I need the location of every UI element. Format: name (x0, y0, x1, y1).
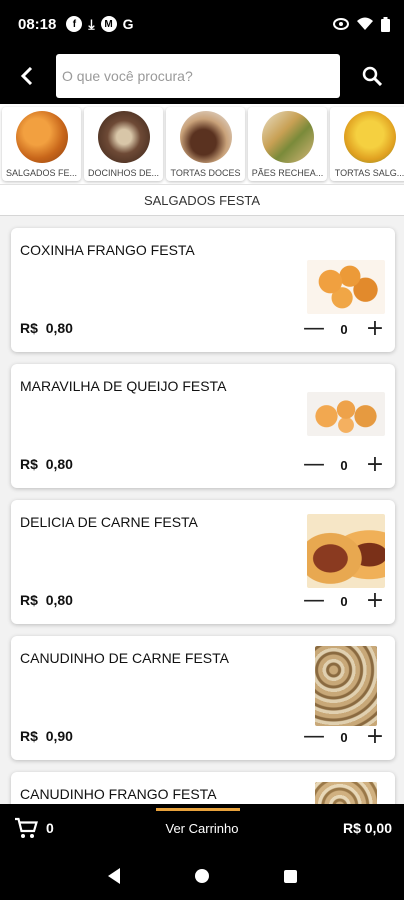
product-card[interactable]: COXINHA FRANGO FESTA R$ 0,80 — 0 + (11, 228, 395, 352)
product-price: R$ 0,80 (20, 320, 73, 336)
category-paes-recheados[interactable]: PÃES RECHEA... (248, 107, 327, 181)
wifi-icon (357, 17, 373, 30)
category-label: PÃES RECHEA... (251, 168, 324, 178)
category-image (15, 111, 68, 163)
quantity-value: 0 (340, 729, 348, 745)
product-card[interactable]: MARAVILHA DE QUEIJO FESTA R$ 0,80 — 0 + (11, 364, 395, 488)
decrement-button[interactable]: — (303, 726, 325, 748)
category-image (261, 111, 314, 163)
category-salgados-festa[interactable]: SALGADOS FE... (2, 107, 81, 181)
system-nav-bar (0, 852, 404, 900)
nav-back-icon[interactable] (107, 868, 120, 884)
product-name: CANUDINHO DE CARNE FESTA (20, 650, 229, 666)
product-card[interactable]: CANUDINHO FRANGO FESTA (11, 772, 395, 804)
data-saver-icon (333, 18, 349, 30)
product-price: R$ 0,80 (20, 456, 73, 472)
increment-button[interactable]: + (365, 318, 385, 340)
f-app-icon: f (66, 16, 83, 32)
cart-bar: 0 Ver Carrinho R$ 0,00 (0, 804, 404, 852)
quantity-value: 0 (340, 593, 348, 609)
back-button[interactable] (0, 48, 56, 104)
quantity-stepper: — 0 + (303, 726, 385, 748)
quantity-stepper: — 0 + (303, 590, 385, 612)
product-price: R$ 0,90 (20, 728, 73, 744)
search-icon (362, 66, 382, 86)
quantity-value: 0 (340, 321, 348, 337)
product-name: COXINHA FRANGO FESTA (20, 242, 195, 258)
section-title: SALGADOS FESTA (0, 184, 404, 216)
category-tortas-doces[interactable]: TORTAS DOCES (166, 107, 245, 181)
increment-button[interactable]: + (365, 454, 385, 476)
category-strip: SALGADOS FE... DOCINHOS DE... TORTAS DOC… (0, 104, 404, 184)
product-image (307, 514, 385, 588)
product-card[interactable]: CANUDINHO DE CARNE FESTA R$ 0,90 — 0 + (11, 636, 395, 760)
google-icon: G (122, 16, 134, 32)
status-bar: 08:18 f ⤓ M G (0, 0, 404, 48)
category-label: DOCINHOS DE... (87, 168, 159, 178)
quantity-stepper: — 0 + (303, 318, 385, 340)
nav-home-icon[interactable] (194, 869, 209, 883)
arrow-left-icon (20, 67, 33, 85)
search-input[interactable] (62, 68, 334, 84)
increment-button[interactable]: + (365, 590, 385, 612)
cart-summary[interactable]: 0 (0, 817, 120, 839)
cart-count: 0 (46, 820, 54, 836)
product-price: R$ 0,80 (20, 592, 73, 608)
product-image (307, 260, 385, 314)
product-list: COXINHA FRANGO FESTA R$ 0,80 — 0 + MARAV… (0, 216, 404, 804)
category-label: SALGADOS FE... (5, 168, 78, 178)
search-box[interactable] (56, 54, 340, 98)
view-cart-button[interactable]: Ver Carrinho (120, 804, 284, 852)
search-button[interactable] (340, 48, 404, 104)
product-image (315, 782, 377, 804)
increment-button[interactable]: + (365, 726, 385, 748)
motorola-icon: M (100, 16, 117, 32)
product-card[interactable]: DELICIA DE CARNE FESTA R$ 0,80 — 0 + (11, 500, 395, 624)
product-name: CANUDINHO FRANGO FESTA (20, 786, 217, 802)
category-label: TORTAS SALG... (334, 168, 404, 178)
product-image (307, 392, 385, 436)
product-name: MARAVILHA DE QUEIJO FESTA (20, 378, 227, 394)
category-docinhos[interactable]: DOCINHOS DE... (84, 107, 163, 181)
decrement-button[interactable]: — (303, 318, 325, 340)
top-app-bar (0, 48, 404, 104)
battery-icon (381, 16, 390, 32)
category-image (97, 111, 150, 163)
decrement-button[interactable]: — (303, 454, 325, 476)
category-image (179, 111, 232, 163)
cart-total: R$ 0,00 (342, 820, 392, 836)
download-icon: ⤓ (88, 15, 95, 32)
shopping-cart-icon (15, 817, 38, 838)
product-image (315, 646, 377, 726)
quantity-value: 0 (340, 457, 348, 473)
clock: 08:18 (18, 15, 57, 33)
quantity-stepper: — 0 + (303, 454, 385, 476)
category-image (343, 111, 396, 163)
nav-recents-icon[interactable] (283, 869, 297, 883)
category-tortas-salgadas[interactable]: TORTAS SALG... (330, 107, 404, 181)
product-name: DELICIA DE CARNE FESTA (20, 514, 198, 530)
decrement-button[interactable]: — (303, 590, 325, 612)
category-label: TORTAS DOCES (170, 168, 241, 178)
